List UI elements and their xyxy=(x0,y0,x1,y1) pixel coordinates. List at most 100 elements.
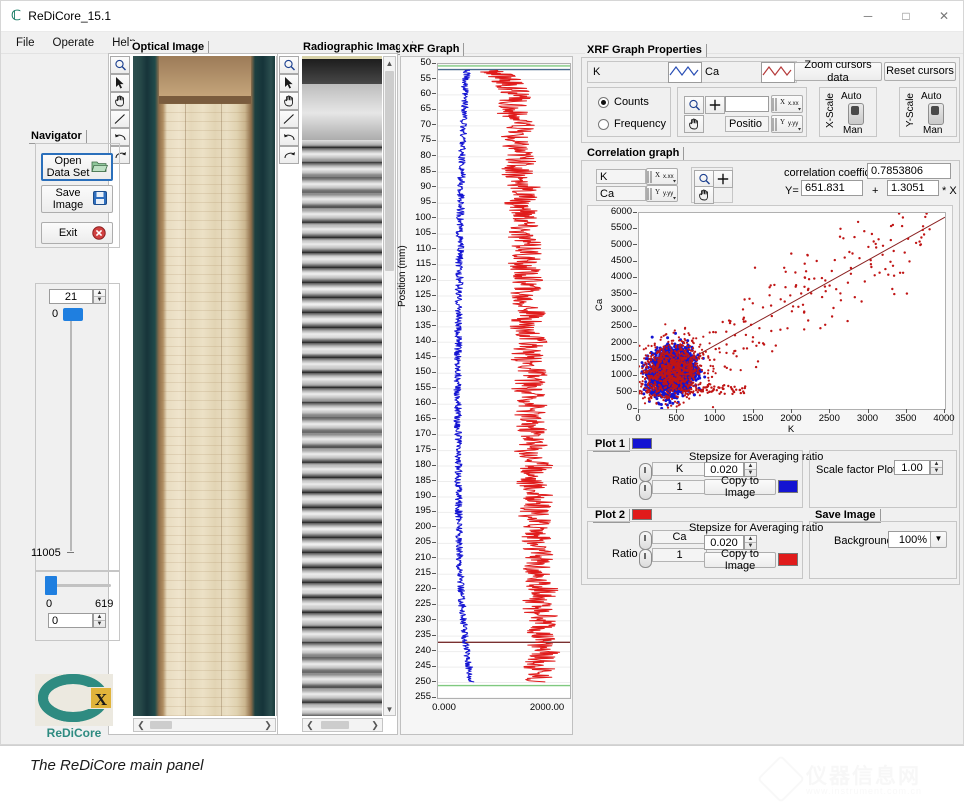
plot1-scale-group xyxy=(809,450,957,508)
plot1-scale-factor-stepper[interactable]: ▲▼ xyxy=(930,460,943,475)
optical-core-image[interactable] xyxy=(133,56,275,716)
minimize-icon[interactable]: ─ xyxy=(849,1,887,31)
equation-intercept-field[interactable]: 651.831 xyxy=(801,180,863,196)
xrf-legend-k-label: K xyxy=(593,66,600,78)
correlation-y-field[interactable]: Ca xyxy=(596,186,646,201)
xrf-y-tick: 185 xyxy=(401,475,431,486)
position-slider-thumb[interactable] xyxy=(45,576,57,595)
xrf-graph-title: XRF Graph xyxy=(400,43,464,57)
position-slider-min-label: 0 xyxy=(46,598,52,610)
counts-radio[interactable]: Counts xyxy=(598,96,649,108)
plot2-copy-to-image-button[interactable]: Copy to Image xyxy=(704,552,776,568)
optical-horizontal-scrollbar[interactable]: ❮ ❯ xyxy=(133,718,276,732)
plot1-ratio-numerator[interactable]: K xyxy=(652,462,707,476)
xrf-y-tick: 150 xyxy=(401,366,431,377)
plot1-ratio-den-knob[interactable] xyxy=(639,481,652,500)
exit-label: Exit xyxy=(59,227,77,239)
radiographic-core-image[interactable] xyxy=(302,56,382,716)
scroll-right-icon[interactable]: ❯ xyxy=(368,720,382,731)
position-value-stepper[interactable]: ▲▼ xyxy=(93,613,106,628)
scroll-left-icon[interactable]: ❮ xyxy=(134,720,148,731)
radiographic-horizontal-scrollbar[interactable]: ❮ ❯ xyxy=(302,718,383,732)
scatter-x-tick: 4000 xyxy=(922,413,964,424)
correlation-y-format-button[interactable]: Yy.yy xyxy=(646,185,678,202)
save-image-label-1: Save xyxy=(55,187,80,199)
background-label: Background xyxy=(834,535,893,547)
plot2-ratio-denominator[interactable]: 1 xyxy=(652,548,707,562)
plot2-color-swatch[interactable] xyxy=(632,509,652,520)
equation-times-x-label: * X xyxy=(942,185,957,197)
crosshair-tool-icon[interactable] xyxy=(713,170,733,188)
exit-close-icon xyxy=(92,226,106,240)
frequency-radio-dot xyxy=(598,119,609,130)
correlation-x-field[interactable]: K xyxy=(596,169,646,184)
depth-value-stepper[interactable]: ▲▼ xyxy=(93,289,106,304)
scroll-left-icon[interactable]: ❮ xyxy=(303,720,317,731)
xrf-y-tick: 230 xyxy=(401,614,431,625)
plot2-ratio-den-knob[interactable] xyxy=(639,549,652,568)
counts-label: Counts xyxy=(614,96,649,108)
plot1-color-swatch[interactable] xyxy=(632,438,652,449)
zoom-tool-icon[interactable] xyxy=(684,96,704,114)
menu-operate[interactable]: Operate xyxy=(44,35,104,51)
xrf-legend-k-swatch[interactable] xyxy=(668,62,702,83)
zoom-tool-icon[interactable] xyxy=(110,56,130,74)
equation-slope-field[interactable]: 1.3051 xyxy=(887,180,939,196)
x-scale-switch[interactable] xyxy=(848,103,864,125)
line-tool-icon[interactable] xyxy=(110,110,130,128)
depth-value-field[interactable]: 21 xyxy=(49,289,93,304)
x-scale-format-button[interactable]: Xx.xx xyxy=(771,95,803,113)
save-image-group xyxy=(809,521,957,579)
zoom-cursors-data-button[interactable]: Zoom cursors data xyxy=(794,62,882,81)
xrf-y-tick: 190 xyxy=(401,490,431,501)
plot1-scale-factor-field[interactable]: 1.00 xyxy=(894,460,930,475)
depth-slider-group xyxy=(35,283,120,571)
crosshair-tool-icon[interactable] xyxy=(705,96,725,114)
y-scale-switch[interactable] xyxy=(928,103,944,125)
position-value-field[interactable]: 0 xyxy=(48,613,93,628)
y-scale-format-button[interactable]: Yy.yy xyxy=(771,115,803,133)
xrf-y-tick: 110 xyxy=(401,243,431,254)
frequency-radio[interactable]: Frequency xyxy=(598,118,666,130)
scatter-y-tick: 6000 xyxy=(596,206,632,217)
redo-tool-icon[interactable] xyxy=(279,146,299,164)
plot1-ratio-num-knob[interactable] xyxy=(639,463,652,482)
optical-image-panel: ▲ ▼ ❮ ❯ xyxy=(108,53,290,735)
reset-cursors-button[interactable]: Reset cursors xyxy=(884,62,956,81)
xrf-plot-area[interactable] xyxy=(437,63,571,699)
arrow-tool-icon[interactable] xyxy=(110,74,130,92)
zoom-tool-icon[interactable] xyxy=(279,56,299,74)
plot1-ratio-denominator[interactable]: 1 xyxy=(652,480,707,494)
frequency-label: Frequency xyxy=(614,118,666,130)
svg-text:X: X xyxy=(655,171,660,179)
plot1-copy-color-swatch[interactable] xyxy=(778,480,798,493)
line-tool-icon[interactable] xyxy=(279,110,299,128)
hand-tool-icon[interactable] xyxy=(694,186,714,204)
scatter-plot-area[interactable] xyxy=(638,212,946,410)
cursor-x-field[interactable] xyxy=(725,96,769,112)
depth-slider-track[interactable] xyxy=(70,316,72,551)
close-icon[interactable]: ✕ xyxy=(925,1,963,31)
xrf-legend-ca-swatch[interactable] xyxy=(761,62,795,83)
hand-tool-icon[interactable] xyxy=(684,115,704,133)
undo-tool-icon[interactable] xyxy=(279,128,299,146)
arrow-tool-icon[interactable] xyxy=(279,74,299,92)
maximize-icon[interactable]: □ xyxy=(887,1,925,31)
x-scale-man-label: Man xyxy=(843,125,862,136)
plot1-copy-to-image-button[interactable]: Copy to Image xyxy=(704,479,776,495)
plot2-copy-color-swatch[interactable] xyxy=(778,553,798,566)
plot2-ratio-num-knob[interactable] xyxy=(639,531,652,550)
correlation-x-format-button[interactable]: Xx.xx xyxy=(646,168,678,185)
scroll-down-icon[interactable]: ▼ xyxy=(384,703,395,715)
xrf-y-tick: 245 xyxy=(401,660,431,671)
xrf-legend-ca-label: Ca xyxy=(705,66,719,78)
scroll-up-icon[interactable]: ▲ xyxy=(384,57,395,69)
chevron-down-icon[interactable]: ▼ xyxy=(930,531,947,548)
hand-tool-icon[interactable] xyxy=(110,92,130,110)
scatter-y-tick: 0 xyxy=(596,402,632,413)
scroll-right-icon[interactable]: ❯ xyxy=(261,720,275,731)
menu-file[interactable]: File xyxy=(7,35,44,51)
depth-slider-thumb[interactable] xyxy=(63,308,83,321)
hand-tool-icon[interactable] xyxy=(279,92,299,110)
radiographic-vertical-scrollbar[interactable]: ▲ ▼ xyxy=(383,56,396,716)
